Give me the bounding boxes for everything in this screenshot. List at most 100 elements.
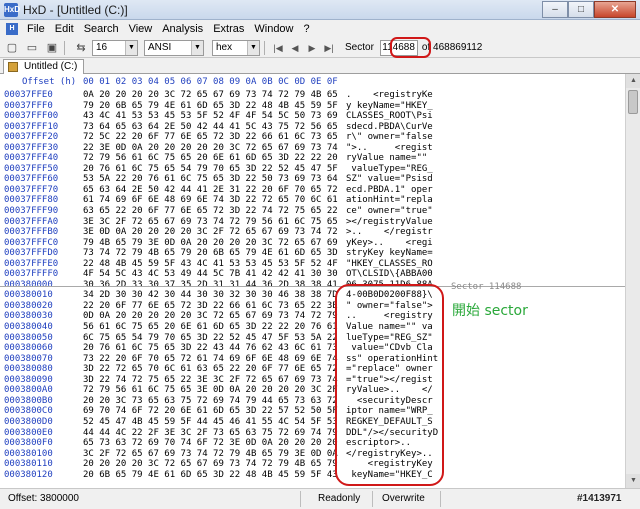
row-ascii-text[interactable]: ></registryValue [346, 217, 433, 228]
row-ascii-text[interactable]: ">.. <regist [346, 143, 433, 154]
tab-untitled-c[interactable]: Untitled (C:) [3, 59, 85, 74]
document-icon[interactable]: H [6, 23, 18, 35]
hex-row[interactable]: 00037FFF30 22 3E 0D 0A 20 20 20 20 20 3C … [0, 143, 625, 154]
row-hex-bytes[interactable]: 0D 0A 20 20 20 20 20 3C 72 65 67 69 73 7… [83, 311, 338, 322]
row-hex-bytes[interactable]: 20 6B 65 79 4E 61 6D 65 3D 22 48 4B 45 5… [83, 470, 338, 481]
hex-row[interactable]: 000380030 0D 0A 20 20 20 20 20 3C 72 65 6… [0, 311, 625, 322]
row-hex-bytes[interactable]: 20 20 20 20 3C 72 65 67 69 73 74 72 79 4… [83, 459, 338, 470]
maximize-button[interactable]: □ [568, 1, 594, 18]
row-hex-bytes[interactable]: 53 5A 22 20 76 61 6C 75 65 3D 22 50 73 6… [83, 174, 338, 185]
row-hex-bytes[interactable]: 72 5C 22 20 6F 77 6E 65 72 3D 22 66 61 6… [83, 132, 338, 143]
row-hex-bytes[interactable]: 79 20 6B 65 79 4E 61 6D 65 3D 22 48 4B 4… [83, 101, 338, 112]
row-hex-bytes[interactable]: 4F 54 5C 43 4C 53 49 44 5C 7B 41 42 42 4… [83, 269, 338, 280]
hex-row[interactable]: 000380020 22 20 6F 77 6E 65 72 3D 22 66 6… [0, 301, 625, 312]
hex-row[interactable]: 00037FFF10 73 64 65 63 64 2E 50 42 44 41 … [0, 122, 625, 133]
hex-row[interactable]: 00037FFFB0 3E 0D 0A 20 20 20 20 3C 2F 72 … [0, 227, 625, 238]
row-ascii-text[interactable]: ryValue name="" [346, 153, 433, 164]
row-ascii-text[interactable]: OT\CLSID\{ABBA00 [346, 269, 433, 280]
hex-row[interactable]: 000380050 6C 75 65 54 79 70 65 3D 22 52 4… [0, 333, 625, 344]
hex-row[interactable]: 0003800B0 20 20 3C 73 65 63 75 72 69 74 7… [0, 396, 625, 407]
row-hex-bytes[interactable]: 3C 2F 72 65 67 69 73 74 72 79 4B 65 79 3… [83, 449, 338, 460]
hex-editor[interactable]: Offset (h) 00 01 02 03 04 05 06 07 08 09… [0, 74, 625, 488]
row-hex-bytes[interactable]: 3E 3C 2F 72 65 67 69 73 74 72 79 56 61 6… [83, 217, 338, 228]
row-hex-bytes[interactable]: 43 4C 41 53 53 45 53 5F 52 4F 4F 54 5C 5… [83, 111, 338, 122]
hex-row[interactable]: 000380010 34 2D 30 30 42 30 44 30 30 32 3… [0, 290, 625, 301]
row-ascii-text[interactable]: yKey>.. <regi [346, 238, 433, 249]
hex-row[interactable]: 00037FFFF0 4F 54 5C 43 4C 53 49 44 5C 7B … [0, 269, 625, 280]
scroll-thumb[interactable] [628, 90, 638, 114]
charset-select[interactable]: ANSI ▼ [144, 39, 204, 56]
hex-row[interactable]: 00037FFFE0 22 48 4B 45 59 5F 43 4C 41 53 … [0, 259, 625, 270]
open-folder-icon[interactable]: ▭ [24, 40, 40, 56]
row-hex-bytes[interactable]: 22 3E 0D 0A 20 20 20 20 20 3C 72 65 67 6… [83, 143, 338, 154]
row-ascii-text[interactable]: . <registryKe [346, 90, 433, 101]
row-ascii-text[interactable]: >.. </registr [346, 227, 433, 238]
row-ascii-text[interactable]: r\" owner="false [346, 132, 433, 143]
row-ascii-text[interactable]: valueType="REG_ [346, 164, 432, 175]
hex-row[interactable]: 00037FFE0 0A 20 20 20 20 3C 72 65 67 69 7… [0, 90, 625, 101]
row-hex-bytes[interactable]: 52 45 47 4B 45 59 5F 44 45 46 41 55 4C 5… [83, 417, 338, 428]
row-hex-bytes[interactable]: 73 74 72 79 4B 65 79 20 6B 65 79 4E 61 6… [83, 248, 338, 259]
hex-row[interactable]: 000380070 73 22 20 6F 70 65 72 61 74 69 6… [0, 354, 625, 365]
hex-row[interactable]: 00037FFFC0 79 4B 65 79 3E 0D 0A 20 20 20 … [0, 238, 625, 249]
row-ascii-text[interactable]: sdecd.PBDA\CurVe [346, 122, 433, 133]
row-hex-bytes[interactable]: 79 4B 65 79 3E 0D 0A 20 20 20 20 3C 72 6… [83, 238, 338, 249]
row-hex-bytes[interactable]: 63 65 22 20 6F 77 6E 65 72 3D 22 74 72 7… [83, 206, 338, 217]
row-ascii-text[interactable]: "HKEY_CLASSES_RO [346, 259, 433, 270]
menu-view[interactable]: View [124, 23, 158, 35]
hex-row[interactable]: 00037FFF40 72 79 56 61 6C 75 65 20 6E 61 … [0, 153, 625, 164]
row-ascii-text[interactable]: CLASSES_ROOT\Psi [346, 111, 433, 122]
row-ascii-text[interactable]: y keyName="HKEY_ [346, 101, 433, 112]
hex-row[interactable]: 00037FFF20 72 5C 22 20 6F 77 6E 65 72 3D … [0, 132, 625, 143]
row-hex-bytes[interactable]: 73 64 65 63 64 2E 50 42 44 41 5C 43 75 7… [83, 122, 338, 133]
menu-search[interactable]: Search [79, 23, 124, 35]
save-icon[interactable]: ▣ [44, 40, 60, 56]
scroll-up-icon[interactable]: ▲ [626, 74, 640, 88]
hex-row[interactable]: 0003800D0 52 45 47 4B 45 59 5F 44 45 46 4… [0, 417, 625, 428]
hex-row[interactable]: 0003800E0 44 44 4C 22 2F 3E 3C 2F 73 65 6… [0, 428, 625, 439]
hex-row[interactable]: 00037FFFD0 73 74 72 79 4B 65 79 20 6B 65 … [0, 248, 625, 259]
row-ascii-text[interactable]: SZ" value="Psisd [346, 174, 433, 185]
row-hex-bytes[interactable]: 20 76 61 6C 75 65 3D 22 43 44 76 62 43 6… [83, 343, 338, 354]
next-sector-icon[interactable]: ▶ [304, 40, 320, 56]
hex-row[interactable]: 00037FFF0 79 20 6B 65 79 4E 61 6D 65 3D 2… [0, 101, 625, 112]
menu-extras[interactable]: Extras [208, 23, 249, 35]
menu-window[interactable]: Window [249, 23, 298, 35]
hex-row[interactable]: 000380090 3D 22 74 72 75 65 22 3E 3C 2F 7… [0, 375, 625, 386]
hex-row[interactable]: 00037FFF50 20 76 61 6C 75 65 54 79 70 65 … [0, 164, 625, 175]
previous-sector-icon[interactable]: ◀ [287, 40, 303, 56]
row-hex-bytes[interactable]: 0A 20 20 20 20 3C 72 65 67 69 73 74 72 7… [83, 90, 338, 101]
minimize-button[interactable]: – [542, 1, 568, 18]
row-hex-bytes[interactable]: 6C 75 65 54 79 70 65 3D 22 52 45 47 5F 5… [83, 333, 338, 344]
hex-row[interactable]: 000380040 56 61 6C 75 65 20 6E 61 6D 65 3… [0, 322, 625, 333]
row-hex-bytes[interactable]: 69 70 74 6F 72 20 6E 61 6D 65 3D 22 57 5… [83, 406, 338, 417]
hex-row[interactable]: 0003800F0 65 73 63 72 69 70 74 6F 72 3E 0… [0, 438, 625, 449]
row-hex-bytes[interactable]: 20 20 3C 73 65 63 75 72 69 74 79 44 65 7… [83, 396, 338, 407]
hex-row[interactable]: 000380060 20 76 61 6C 75 65 3D 22 43 44 7… [0, 343, 625, 354]
row-hex-bytes[interactable]: 73 22 20 6F 70 65 72 61 74 69 6F 6E 48 6… [83, 354, 338, 365]
menu-help[interactable]: ? [299, 23, 315, 35]
row-ascii-text[interactable]: stryKey keyName= [346, 248, 433, 259]
hex-row[interactable]: 00037FFF80 61 74 69 6F 6E 48 69 6E 74 3D … [0, 195, 625, 206]
last-sector-icon[interactable]: ▶| [321, 40, 337, 56]
hex-row[interactable]: 000380110 20 20 20 20 3C 72 65 67 69 73 7… [0, 459, 625, 470]
row-ascii-text[interactable]: ationHint="repla [346, 195, 433, 206]
menu-file[interactable]: File [22, 23, 50, 35]
row-hex-bytes[interactable]: 3D 22 72 65 70 6C 61 63 65 22 20 6F 77 6… [83, 364, 338, 375]
row-hex-bytes[interactable]: 3E 0D 0A 20 20 20 20 3C 2F 72 65 67 69 7… [83, 227, 338, 238]
close-button[interactable]: ✕ [594, 1, 636, 18]
hex-row[interactable]: 0003800A0 72 79 56 61 6C 75 65 3E 0D 0A 2… [0, 385, 625, 396]
hex-row[interactable]: 00037FFF00 43 4C 41 53 53 45 53 5F 52 4F … [0, 111, 625, 122]
row-hex-bytes[interactable]: 65 73 63 72 69 70 74 6F 72 3E 0D 0A 20 2… [83, 438, 338, 449]
row-hex-bytes[interactable]: 72 79 56 61 6C 75 65 20 6E 61 6D 65 3D 2… [83, 153, 338, 164]
row-ascii-text[interactable]: ce" owner="true" [346, 206, 433, 217]
hex-row[interactable]: 00037FFF70 65 63 64 2E 50 42 44 41 2E 31 … [0, 185, 625, 196]
row-hex-bytes[interactable]: 72 79 56 61 6C 75 65 3E 0D 0A 20 20 20 2… [83, 385, 338, 396]
hex-row[interactable]: 00037FFFA0 3E 3C 2F 72 65 67 69 73 74 72 … [0, 217, 625, 228]
row-hex-bytes[interactable]: 34 2D 30 30 42 30 44 30 30 32 30 30 46 3… [83, 290, 338, 301]
row-hex-bytes[interactable]: 61 74 69 6F 6E 48 69 6E 74 3D 22 72 65 7… [83, 195, 338, 206]
hex-row[interactable]: 000380100 3C 2F 72 65 67 69 73 74 72 79 4… [0, 449, 625, 460]
row-hex-bytes[interactable]: 56 61 6C 75 65 20 6E 61 6D 65 3D 22 22 2… [83, 322, 338, 333]
row-hex-bytes[interactable]: 22 20 6F 77 6E 65 72 3D 22 66 61 6C 73 6… [83, 301, 338, 312]
bytes-per-row-select[interactable]: 16 ▼ [92, 39, 138, 56]
